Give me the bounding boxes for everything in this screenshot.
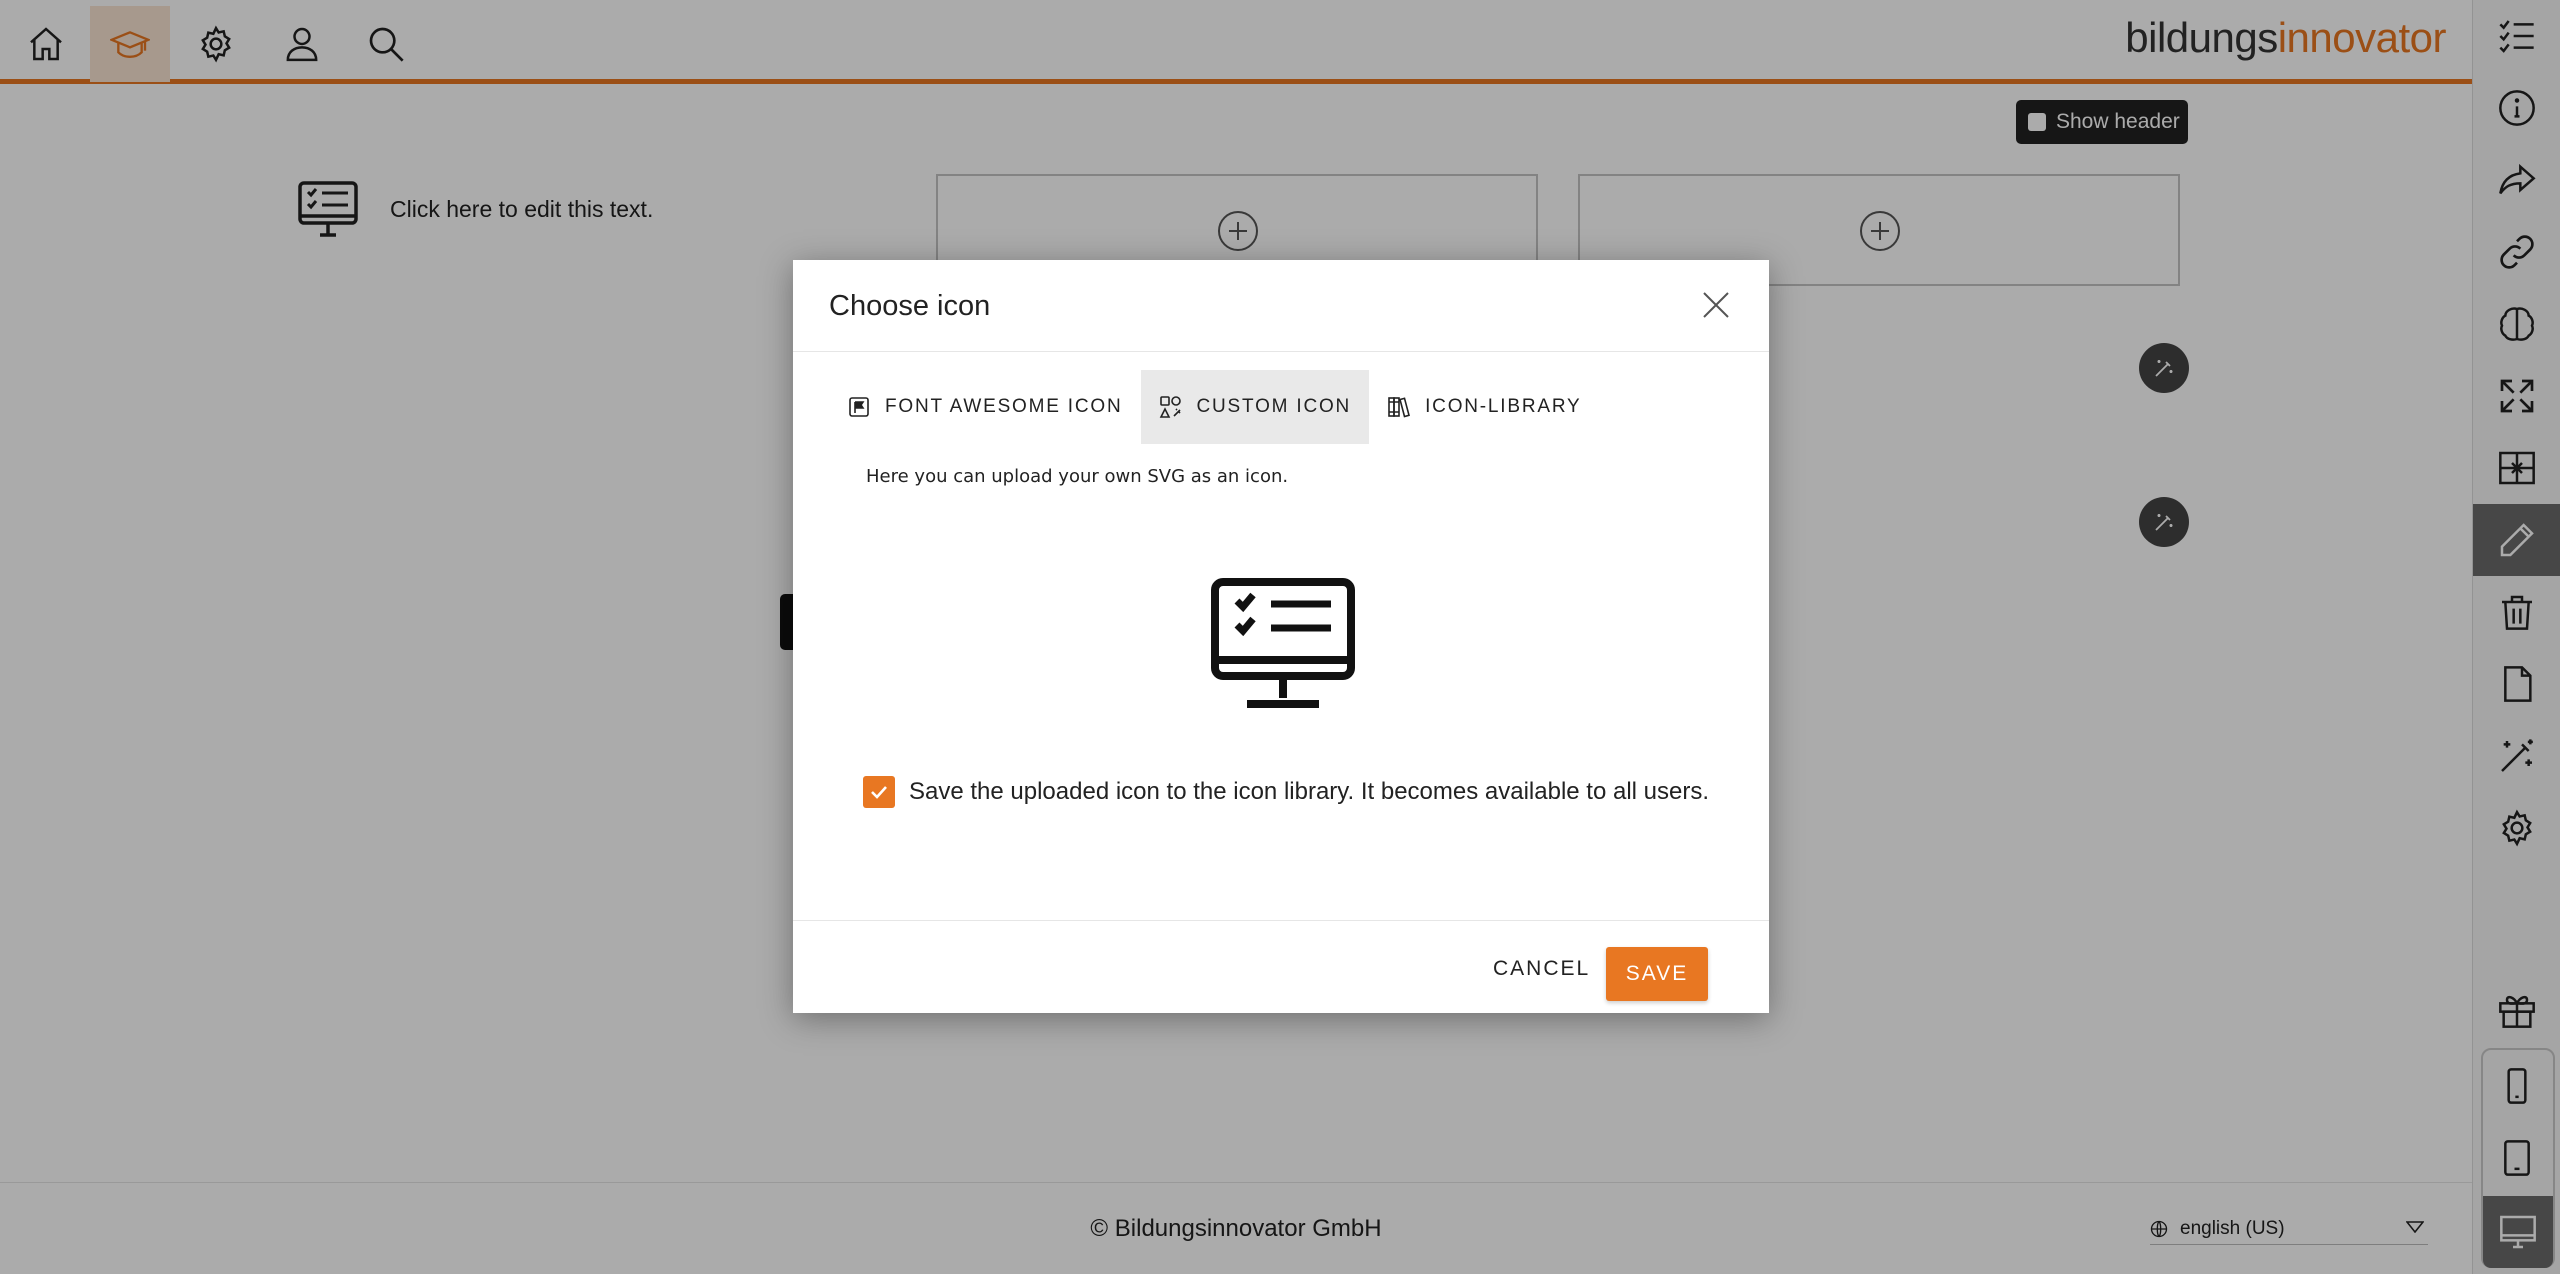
dialog-title: Choose icon: [829, 290, 991, 322]
save-button[interactable]: SAVE: [1606, 947, 1708, 1001]
check-icon: [871, 786, 887, 799]
cancel-button[interactable]: CANCEL: [1493, 949, 1590, 989]
upload-description: Here you can upload your own SVG as an i…: [866, 466, 1289, 487]
tab-label: FONT AWESOME ICON: [885, 396, 1123, 417]
custom-icons-icon: [1159, 396, 1181, 418]
tab-font-awesome-icon[interactable]: FONT AWESOME ICON: [829, 370, 1141, 444]
tab-label: CUSTOM ICON: [1196, 396, 1352, 417]
dialog-footer: CANCEL SAVE: [793, 920, 1769, 1013]
icon-source-tabs: FONT AWESOME ICON CUSTOM ICON ICON-LIBRA…: [829, 370, 1599, 444]
monitor-checklist-icon[interactable]: [1209, 576, 1357, 712]
tab-label: ICON-LIBRARY: [1425, 396, 1582, 417]
save-to-library-label: Save the uploaded icon to the icon libra…: [909, 778, 1710, 805]
choose-icon-dialog: Choose icon FONT AWESOME ICON CUSTOM ICO…: [793, 260, 1769, 1013]
save-to-library-checkbox[interactable]: [863, 776, 895, 808]
dialog-header: Choose icon: [793, 260, 1769, 352]
flag-square-icon: [849, 397, 869, 417]
tab-icon-library[interactable]: ICON-LIBRARY: [1369, 370, 1599, 444]
close-icon[interactable]: [1699, 288, 1733, 322]
books-icon: [1388, 397, 1411, 418]
tab-custom-icon[interactable]: CUSTOM ICON: [1140, 370, 1370, 444]
save-to-library-option[interactable]: Save the uploaded icon to the icon libra…: [863, 776, 1709, 808]
